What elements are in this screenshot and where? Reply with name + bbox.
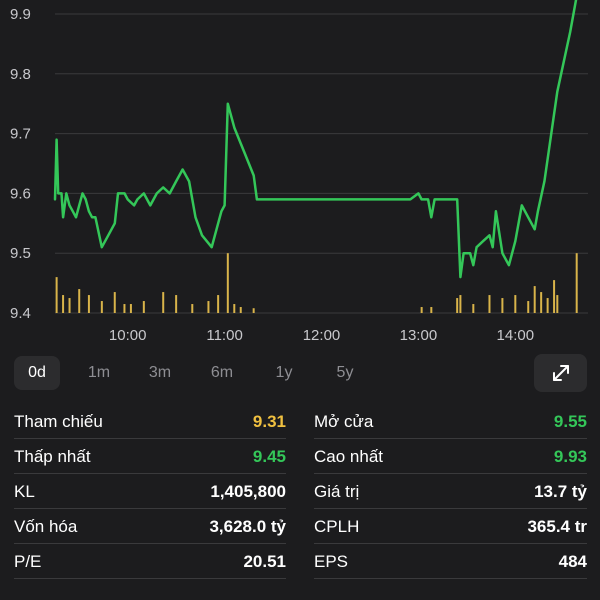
- y-tick-label: 9.6: [10, 185, 31, 202]
- stat-value: 9.45: [252, 447, 286, 466]
- x-tick-label: 10:00: [109, 327, 147, 344]
- stat-cplh: CPLH 365.4 tr: [314, 509, 587, 544]
- stat-label: EPS: [314, 552, 349, 571]
- tab-0d[interactable]: 0d: [14, 356, 60, 390]
- stat-value: 9.93: [553, 447, 587, 466]
- x-axis: 10:00 11:00 12:00 13:00 14:00: [109, 327, 534, 344]
- stat-kl: KL 1,405,800: [14, 474, 286, 509]
- stat-gia-tri: Giá trị 13.7 tỷ: [314, 474, 587, 509]
- stat-label: Vốn hóa: [14, 517, 78, 536]
- tab-3m[interactable]: 3m: [137, 356, 183, 390]
- x-tick-label: 11:00: [206, 327, 242, 344]
- tab-1m[interactable]: 1m: [76, 356, 122, 390]
- row-divider: [314, 578, 587, 579]
- expand-arrows-icon: [552, 365, 569, 381]
- stat-value: 9.55: [553, 412, 587, 431]
- stat-label: CPLH: [314, 517, 360, 536]
- y-tick-label: 9.5: [10, 245, 31, 262]
- stat-value: 13.7 tỷ: [534, 482, 587, 501]
- tab-6m[interactable]: 6m: [199, 356, 245, 390]
- stat-label: Cao nhất: [314, 447, 383, 466]
- tab-1y[interactable]: 1y: [261, 356, 307, 390]
- stat-label: KL: [14, 482, 35, 501]
- stat-value: 484: [558, 552, 587, 571]
- stat-label: Tham chiếu: [14, 412, 103, 431]
- stat-von-hoa: Vốn hóa 3,628.0 tỷ: [14, 509, 286, 544]
- x-tick-label: 12:00: [303, 327, 341, 344]
- x-tick-label: 14:00: [497, 327, 535, 344]
- chart-grid: [55, 13, 588, 314]
- stat-pe: P/E 20.51: [14, 544, 286, 579]
- price-line: [53, 0, 578, 279]
- stat-value: 20.51: [243, 552, 286, 571]
- tab-5y[interactable]: 5y: [322, 356, 368, 390]
- stat-cao-nhat: Cao nhất 9.93: [314, 439, 587, 474]
- stat-thap-nhat: Thấp nhất 9.45: [14, 439, 286, 474]
- row-divider: [14, 578, 286, 579]
- y-axis: 9.9 9.8 9.7 9.6 9.5 9.4: [10, 6, 31, 322]
- stat-value: 9.31: [252, 412, 286, 431]
- stat-value: 1,405,800: [210, 482, 286, 501]
- volume-bars: [55, 253, 578, 313]
- price-chart: 9.99.89.79.69.59.4 10:00 11:00 12:00 13:00 1…: [10, 0, 588, 344]
- stat-label: Thấp nhất: [14, 447, 91, 466]
- y-tick-label: 9.4: [10, 305, 31, 322]
- x-tick-label: 13:00: [400, 327, 438, 344]
- stat-value: 3,628.0 tỷ: [209, 517, 286, 536]
- stat-label: Giá trị: [314, 482, 360, 501]
- price-line-group: [53, 0, 578, 279]
- stat-eps: EPS 484: [314, 544, 587, 579]
- stat-label: P/E: [14, 552, 42, 571]
- y-tick-label: 9.7: [10, 126, 31, 143]
- expand-button[interactable]: [534, 354, 587, 392]
- range-selector: 0d 1m 3m 6m 1y 5y: [0, 352, 600, 396]
- stat-label: Mở cửa: [314, 412, 374, 431]
- y-tick-label: 9.8: [10, 66, 31, 83]
- stat-tham-chieu: Tham chiếu 9.31: [14, 404, 286, 439]
- y-tick-label: 9.9: [10, 6, 31, 23]
- stat-mo-cua: Mở cửa 9.55: [314, 404, 587, 439]
- stat-value: 365.4 tr: [527, 517, 587, 536]
